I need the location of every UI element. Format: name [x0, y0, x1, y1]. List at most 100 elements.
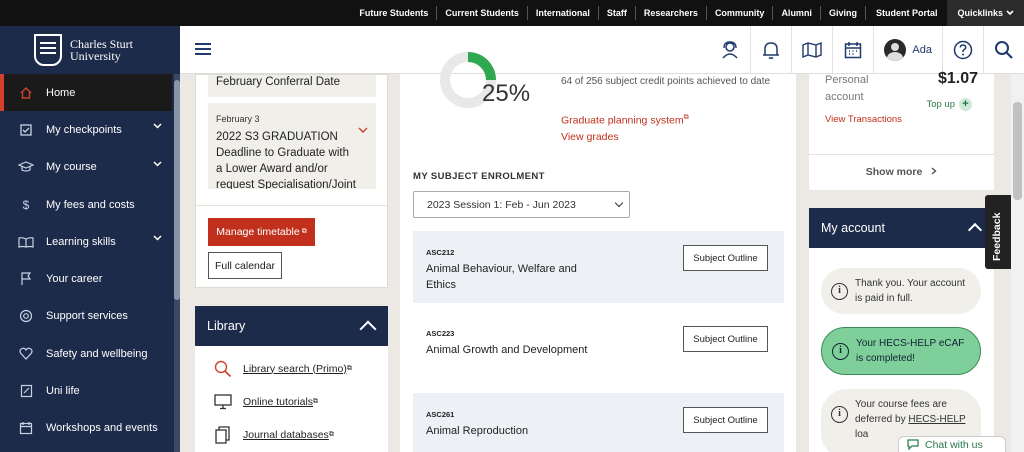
library-link-search[interactable]: Library search (Primo) ⧉ [195, 352, 388, 385]
sidebar-item-workshops-events[interactable]: Workshops and events [0, 410, 172, 447]
external-link-icon: ⧉ [683, 114, 689, 121]
link-community[interactable]: Community [707, 0, 773, 26]
chevron-down-icon [614, 198, 624, 208]
bell-icon[interactable] [751, 26, 791, 74]
button-label: Manage timetable [216, 226, 300, 238]
subject-outline-button[interactable]: Subject Outline [683, 407, 768, 433]
chevron-down-icon [1006, 10, 1014, 16]
search-icon[interactable] [984, 26, 1024, 74]
sidebar-item-label: Your career [46, 273, 103, 286]
library-link-tutorials[interactable]: Online tutorials ⧉ [195, 385, 388, 418]
library-header[interactable]: Library [195, 306, 388, 346]
uni-life-icon [18, 383, 34, 399]
home-icon [18, 85, 34, 101]
subject-name: Animal Behaviour, Welfare and Ethics [426, 263, 577, 291]
sidebar-item-safety-wellbeing[interactable]: Safety and wellbeing [0, 335, 172, 372]
app-header: Ada [180, 26, 1024, 74]
chevron-right-icon [931, 167, 937, 175]
support-icon [18, 308, 34, 324]
personal-account-label: Personal account [825, 74, 869, 103]
subject-outline-button[interactable]: Subject Outline [683, 245, 768, 271]
calendar-icon [18, 420, 34, 436]
top-up-button[interactable]: Top up + [926, 98, 972, 111]
documents-icon [213, 425, 233, 444]
event-item[interactable]: February Conferral Date [208, 75, 376, 97]
sidebar-item-your-career[interactable]: Your career [0, 260, 172, 297]
chevron-down-icon[interactable] [358, 127, 368, 134]
logo-text: Charles Sturt University [70, 38, 133, 62]
search-icon [213, 360, 233, 378]
utility-links: Future Students Current Students Interna… [351, 0, 1024, 26]
library-card: Library Library search (Primo) ⧉ Online t… [195, 306, 388, 452]
subject-code: ASC261 [426, 410, 455, 419]
logo-line-2: University [70, 49, 121, 63]
sidebar-item-label: My course [46, 161, 97, 174]
sidebar-item-home[interactable]: Home [0, 74, 172, 112]
link-alumni[interactable]: Alumni [773, 0, 820, 26]
dollar-icon: $ [22, 197, 30, 212]
crest-icon [34, 34, 62, 66]
avatar [884, 39, 907, 61]
sidebar-scrollbar[interactable] [174, 74, 180, 452]
map-icon[interactable] [792, 26, 832, 74]
feedback-label: Feedback [991, 212, 1003, 261]
hecs-help-link[interactable]: HECS-HELP [908, 414, 965, 425]
link-giving[interactable]: Giving [821, 0, 865, 26]
plus-icon: + [959, 98, 972, 111]
chevron-down-icon [153, 161, 162, 167]
scrollbar-thumb[interactable] [1013, 102, 1022, 200]
account-message-text: Thank you. Your account is paid in full. [855, 278, 966, 304]
calendar-icon[interactable] [833, 26, 873, 74]
quicklinks-button[interactable]: Quicklinks [947, 0, 1024, 26]
feedback-tab[interactable]: Feedback [985, 195, 1011, 269]
manage-timetable-button[interactable]: Manage timetable ⧉ [208, 218, 315, 246]
event-title: February Conferral Date [216, 76, 340, 88]
link-international[interactable]: International [528, 0, 598, 26]
chat-widget-button[interactable]: Chat with us [898, 436, 1006, 452]
my-account-header[interactable]: My account [809, 208, 994, 248]
full-calendar-button[interactable]: Full calendar [208, 252, 282, 279]
scrollbar-thumb[interactable] [174, 80, 180, 300]
flag-icon [18, 271, 34, 287]
support-person-icon[interactable] [710, 26, 750, 74]
sidebar-item-label: Uni life [46, 385, 80, 398]
sidebar-item-learning-skills[interactable]: Learning skills [0, 223, 172, 260]
subject-outline-button[interactable]: Subject Outline [683, 326, 768, 352]
link-future-students[interactable]: Future Students [351, 0, 436, 26]
checkpoints-icon [18, 122, 34, 138]
university-logo[interactable]: Charles Sturt University [0, 26, 180, 74]
graduate-planning-link[interactable]: Graduate planning system⧉ [561, 114, 689, 127]
graduation-cap-icon [18, 159, 34, 175]
sidebar-item-uni-life[interactable]: Uni life [0, 372, 172, 409]
book-icon [18, 234, 34, 250]
library-title: Library [207, 319, 246, 333]
view-grades-link[interactable]: View grades [561, 131, 619, 143]
account-summary-card: Personal account $1.07 Top up + View Tra… [809, 70, 994, 190]
monitor-icon [213, 393, 233, 411]
account-message-text: loa [855, 429, 869, 440]
user-menu[interactable]: Ada [874, 26, 942, 74]
sidebar-item-my-checkpoints[interactable]: My checkpoints [0, 111, 172, 148]
help-icon[interactable] [943, 26, 983, 74]
library-link-journals[interactable]: Journal databases ⧉ [195, 418, 388, 451]
subject-enrolment-heading: MY SUBJECT ENROLMENT [413, 171, 545, 182]
sidebar-item-support-services[interactable]: Support services [0, 298, 172, 335]
view-transactions-link[interactable]: View Transactions [825, 112, 905, 127]
link-researchers[interactable]: Researchers [636, 0, 706, 26]
library-link-label: Library search (Primo) [243, 362, 347, 375]
subject-name: Animal Reproduction [426, 425, 529, 437]
link-current-students[interactable]: Current Students [437, 0, 527, 26]
account-balance: $1.07 [937, 70, 978, 87]
link-student-portal[interactable]: Student Portal [866, 0, 948, 26]
divider [809, 154, 994, 155]
sidebar-item-my-course[interactable]: My course [0, 149, 172, 186]
link-staff[interactable]: Staff [599, 0, 635, 26]
session-select[interactable]: 2023 Session 1: Feb - Jun 2023 [413, 191, 630, 218]
course-progress-card: 25% 64 of 256 subject credit points achi… [400, 52, 796, 452]
event-item[interactable]: February 3 2022 S3 GRADUATION Deadline t… [208, 103, 376, 189]
menu-icon[interactable] [195, 43, 211, 55]
show-more-button[interactable]: Show more [809, 166, 994, 178]
session-select-value: 2023 Session 1: Feb - Jun 2023 [427, 198, 576, 211]
page-scrollbar[interactable] [1011, 74, 1024, 452]
sidebar-item-my-fees[interactable]: $ My fees and costs [0, 186, 172, 223]
